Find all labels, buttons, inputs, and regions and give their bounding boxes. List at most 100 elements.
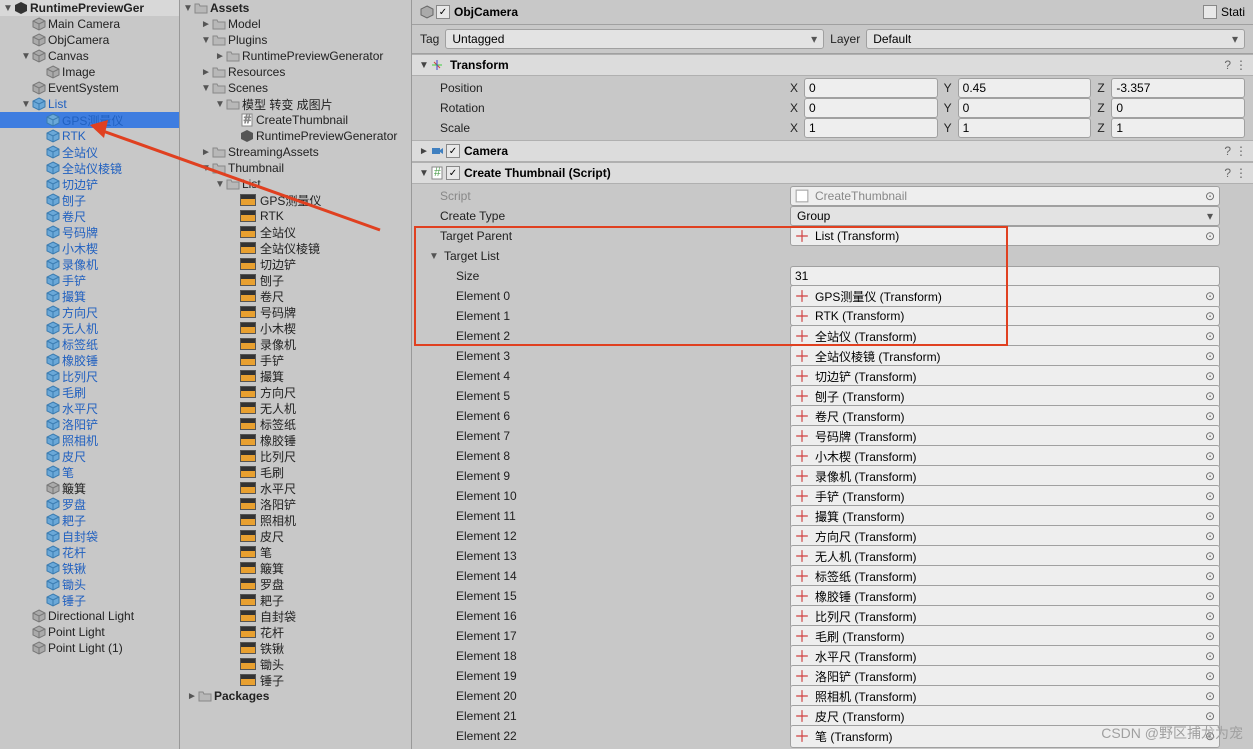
transform-header[interactable]: Transform ?⋮ — [412, 54, 1253, 76]
tree-item[interactable]: 比列尺 — [180, 448, 411, 464]
tree-item[interactable]: 自封袋 — [0, 528, 179, 544]
tree-item[interactable]: 照相机 — [180, 512, 411, 528]
settings-icon[interactable]: ⋮ — [1235, 58, 1247, 72]
tree-item[interactable]: Point Light — [0, 624, 179, 640]
tree-item[interactable]: Canvas — [0, 48, 179, 64]
inspector-panel[interactable]: ✓ ObjCamera Stati Tag Untagged Layer Def… — [412, 0, 1253, 749]
tree-item[interactable]: RTK — [180, 208, 411, 224]
tree-item[interactable]: 无人机 — [180, 400, 411, 416]
tree-item[interactable]: List — [180, 176, 411, 192]
tree-item[interactable]: Thumbnail — [180, 160, 411, 176]
tree-item[interactable]: 耙子 — [180, 592, 411, 608]
tree-item[interactable]: 撮箕 — [180, 368, 411, 384]
tree-item[interactable]: 刨子 — [0, 192, 179, 208]
foldout-icon[interactable] — [20, 99, 32, 110]
tree-item[interactable]: 录像机 — [0, 256, 179, 272]
scale-x[interactable]: 1 — [804, 118, 938, 138]
tree-item[interactable]: 无人机 — [0, 320, 179, 336]
tree-item[interactable]: 小木楔 — [0, 240, 179, 256]
foldout-icon[interactable] — [200, 67, 212, 78]
tree-item[interactable]: 笔 — [180, 544, 411, 560]
tree-item[interactable]: 簸箕 — [0, 480, 179, 496]
tree-item[interactable]: 铁锹 — [180, 640, 411, 656]
tag-dropdown[interactable]: Untagged — [445, 29, 824, 49]
tree-item[interactable]: 橡胶锤 — [0, 352, 179, 368]
tree-item[interactable]: 号码牌 — [0, 224, 179, 240]
tree-item[interactable]: 簸箕 — [180, 560, 411, 576]
tree-item[interactable]: 切边铲 — [180, 256, 411, 272]
position-x[interactable]: 0 — [804, 78, 938, 98]
tree-item[interactable]: 手铲 — [180, 352, 411, 368]
tree-item[interactable]: 录像机 — [180, 336, 411, 352]
tree-item[interactable]: Packages — [180, 688, 411, 704]
script-header[interactable]: # ✓ Create Thumbnail (Script) ?⋮ — [412, 162, 1253, 184]
tree-item[interactable]: 洛阳铲 — [0, 416, 179, 432]
position-y[interactable]: 0.45 — [958, 78, 1092, 98]
tree-item[interactable]: ObjCamera — [0, 32, 179, 48]
tree-item[interactable]: 手铲 — [0, 272, 179, 288]
foldout-icon[interactable] — [182, 3, 194, 14]
camera-header[interactable]: ✓ Camera ?⋮ — [412, 140, 1253, 162]
tree-item[interactable]: 模型 转变 成图片 — [180, 96, 411, 112]
tree-item[interactable]: 比列尺 — [0, 368, 179, 384]
tree-item[interactable]: 小木楔 — [180, 320, 411, 336]
tree-item[interactable]: #CreateThumbnail — [180, 112, 411, 128]
tree-item[interactable]: Scenes — [180, 80, 411, 96]
tree-item[interactable]: Directional Light — [0, 608, 179, 624]
hierarchy-panel[interactable]: RuntimePreviewGer Main CameraObjCameraCa… — [0, 0, 180, 749]
tree-item[interactable]: 卷尺 — [0, 208, 179, 224]
position-z[interactable]: -3.357 — [1111, 78, 1245, 98]
create-type-dropdown[interactable]: Group — [790, 206, 1220, 226]
tree-item[interactable]: RuntimePreviewGenerator — [180, 128, 411, 144]
foldout-icon[interactable] — [2, 3, 14, 14]
tree-item[interactable]: 笔 — [0, 464, 179, 480]
help-icon[interactable]: ? — [1224, 166, 1231, 180]
settings-icon[interactable]: ⋮ — [1235, 166, 1247, 180]
foldout-icon[interactable] — [214, 51, 226, 62]
tree-item[interactable]: Resources — [180, 64, 411, 80]
size-field[interactable]: 31 — [790, 266, 1220, 286]
tree-item[interactable]: 水平尺 — [0, 400, 179, 416]
foldout-icon[interactable] — [214, 99, 226, 110]
tree-item[interactable]: 撮箕 — [0, 288, 179, 304]
tree-item[interactable]: 切边铲 — [0, 176, 179, 192]
tree-item[interactable]: 刨子 — [180, 272, 411, 288]
object-name[interactable]: ObjCamera — [454, 5, 518, 19]
tree-item[interactable]: Model — [180, 16, 411, 32]
foldout-icon[interactable] — [428, 251, 440, 262]
tree-item[interactable]: 自封袋 — [180, 608, 411, 624]
tree-item[interactable]: 方向尺 — [0, 304, 179, 320]
tree-item[interactable]: 卷尺 — [180, 288, 411, 304]
tree-item[interactable]: 标签纸 — [180, 416, 411, 432]
hierarchy-scene-root[interactable]: RuntimePreviewGer — [0, 0, 179, 16]
tree-item[interactable]: 方向尺 — [180, 384, 411, 400]
element-field[interactable]: GPS测量仪 (Transform) — [790, 285, 1220, 308]
foldout-icon[interactable] — [200, 19, 212, 30]
foldout-icon[interactable] — [418, 168, 430, 179]
tree-item[interactable]: RTK — [0, 128, 179, 144]
foldout-icon[interactable] — [20, 51, 32, 62]
tree-item[interactable]: Plugins — [180, 32, 411, 48]
tree-item[interactable]: GPS测量仪 — [180, 192, 411, 208]
tree-item[interactable]: EventSystem — [0, 80, 179, 96]
target-parent-field[interactable]: List (Transform) — [790, 226, 1220, 246]
tree-item[interactable]: 全站仪棱镜 — [180, 240, 411, 256]
tree-item[interactable]: 花杆 — [0, 544, 179, 560]
element-field[interactable]: RTK (Transform) — [790, 306, 1220, 326]
tree-item[interactable]: List — [0, 96, 179, 112]
help-icon[interactable]: ? — [1224, 144, 1231, 158]
camera-enabled-checkbox[interactable]: ✓ — [446, 144, 460, 158]
tree-item[interactable]: GPS测量仪 — [0, 112, 179, 128]
tree-item[interactable]: 罗盘 — [180, 576, 411, 592]
tree-item[interactable]: 毛刷 — [0, 384, 179, 400]
scale-y[interactable]: 1 — [958, 118, 1092, 138]
rotation-z[interactable]: 0 — [1111, 98, 1245, 118]
foldout-icon[interactable] — [200, 163, 212, 174]
rotation-y[interactable]: 0 — [958, 98, 1092, 118]
scale-z[interactable]: 1 — [1111, 118, 1245, 138]
tree-item[interactable]: 锤子 — [180, 672, 411, 688]
project-panel[interactable]: Assets ModelPluginsRuntimePreviewGenerat… — [180, 0, 412, 749]
tree-item[interactable]: 花杆 — [180, 624, 411, 640]
tree-item[interactable]: 罗盘 — [0, 496, 179, 512]
tree-item[interactable]: 皮尺 — [180, 528, 411, 544]
